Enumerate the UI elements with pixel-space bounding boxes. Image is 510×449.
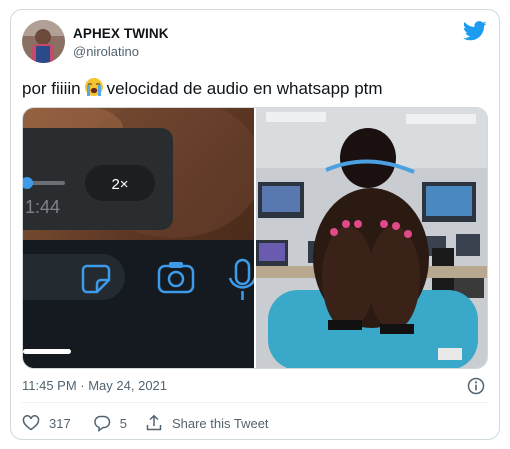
reply-icon — [93, 415, 110, 432]
heart-icon — [22, 415, 40, 431]
user-name[interactable]: APHEX TWINK — [73, 26, 169, 41]
speed-label: 2× — [111, 176, 128, 193]
twitter-bird-icon[interactable] — [463, 21, 487, 41]
action-bar: 317 5 Share this Tweet — [22, 413, 269, 433]
share-label: Share this Tweet — [171, 415, 269, 431]
media-grid: 2× 1:44 — [22, 107, 488, 369]
tweet-text-start: por fiiiin — [22, 79, 81, 98]
share-icon — [146, 414, 162, 431]
share-button[interactable]: Share this Tweet — [145, 414, 269, 432]
avatar[interactable] — [22, 20, 65, 63]
like-button[interactable]: 317 — [22, 414, 71, 432]
reply-button[interactable]: 5 — [93, 414, 127, 432]
media-whatsapp-screenshot[interactable]: 2× 1:44 — [23, 108, 254, 369]
tweet-card: APHEX TWINK @nirolatino por fiiiin veloc… — [10, 9, 500, 440]
tweet-timestamp[interactable]: 11:45 PM · May 24, 2021 — [22, 378, 167, 393]
info-icon[interactable] — [467, 377, 485, 395]
tweet-text: por fiiiin velocidad de audio en whatsap… — [22, 77, 383, 99]
user-handle[interactable]: @nirolatino — [73, 44, 139, 59]
home-indicator — [23, 349, 71, 354]
media-photo[interactable] — [256, 108, 488, 369]
like-count: 317 — [49, 415, 71, 431]
reply-count: 5 — [119, 415, 127, 431]
divider — [22, 402, 488, 403]
loudly-crying-face-icon — [84, 78, 103, 96]
tweet-text-end: velocidad de audio en whatsapp ptm — [106, 79, 383, 98]
time-label: 1:44 — [25, 197, 60, 217]
